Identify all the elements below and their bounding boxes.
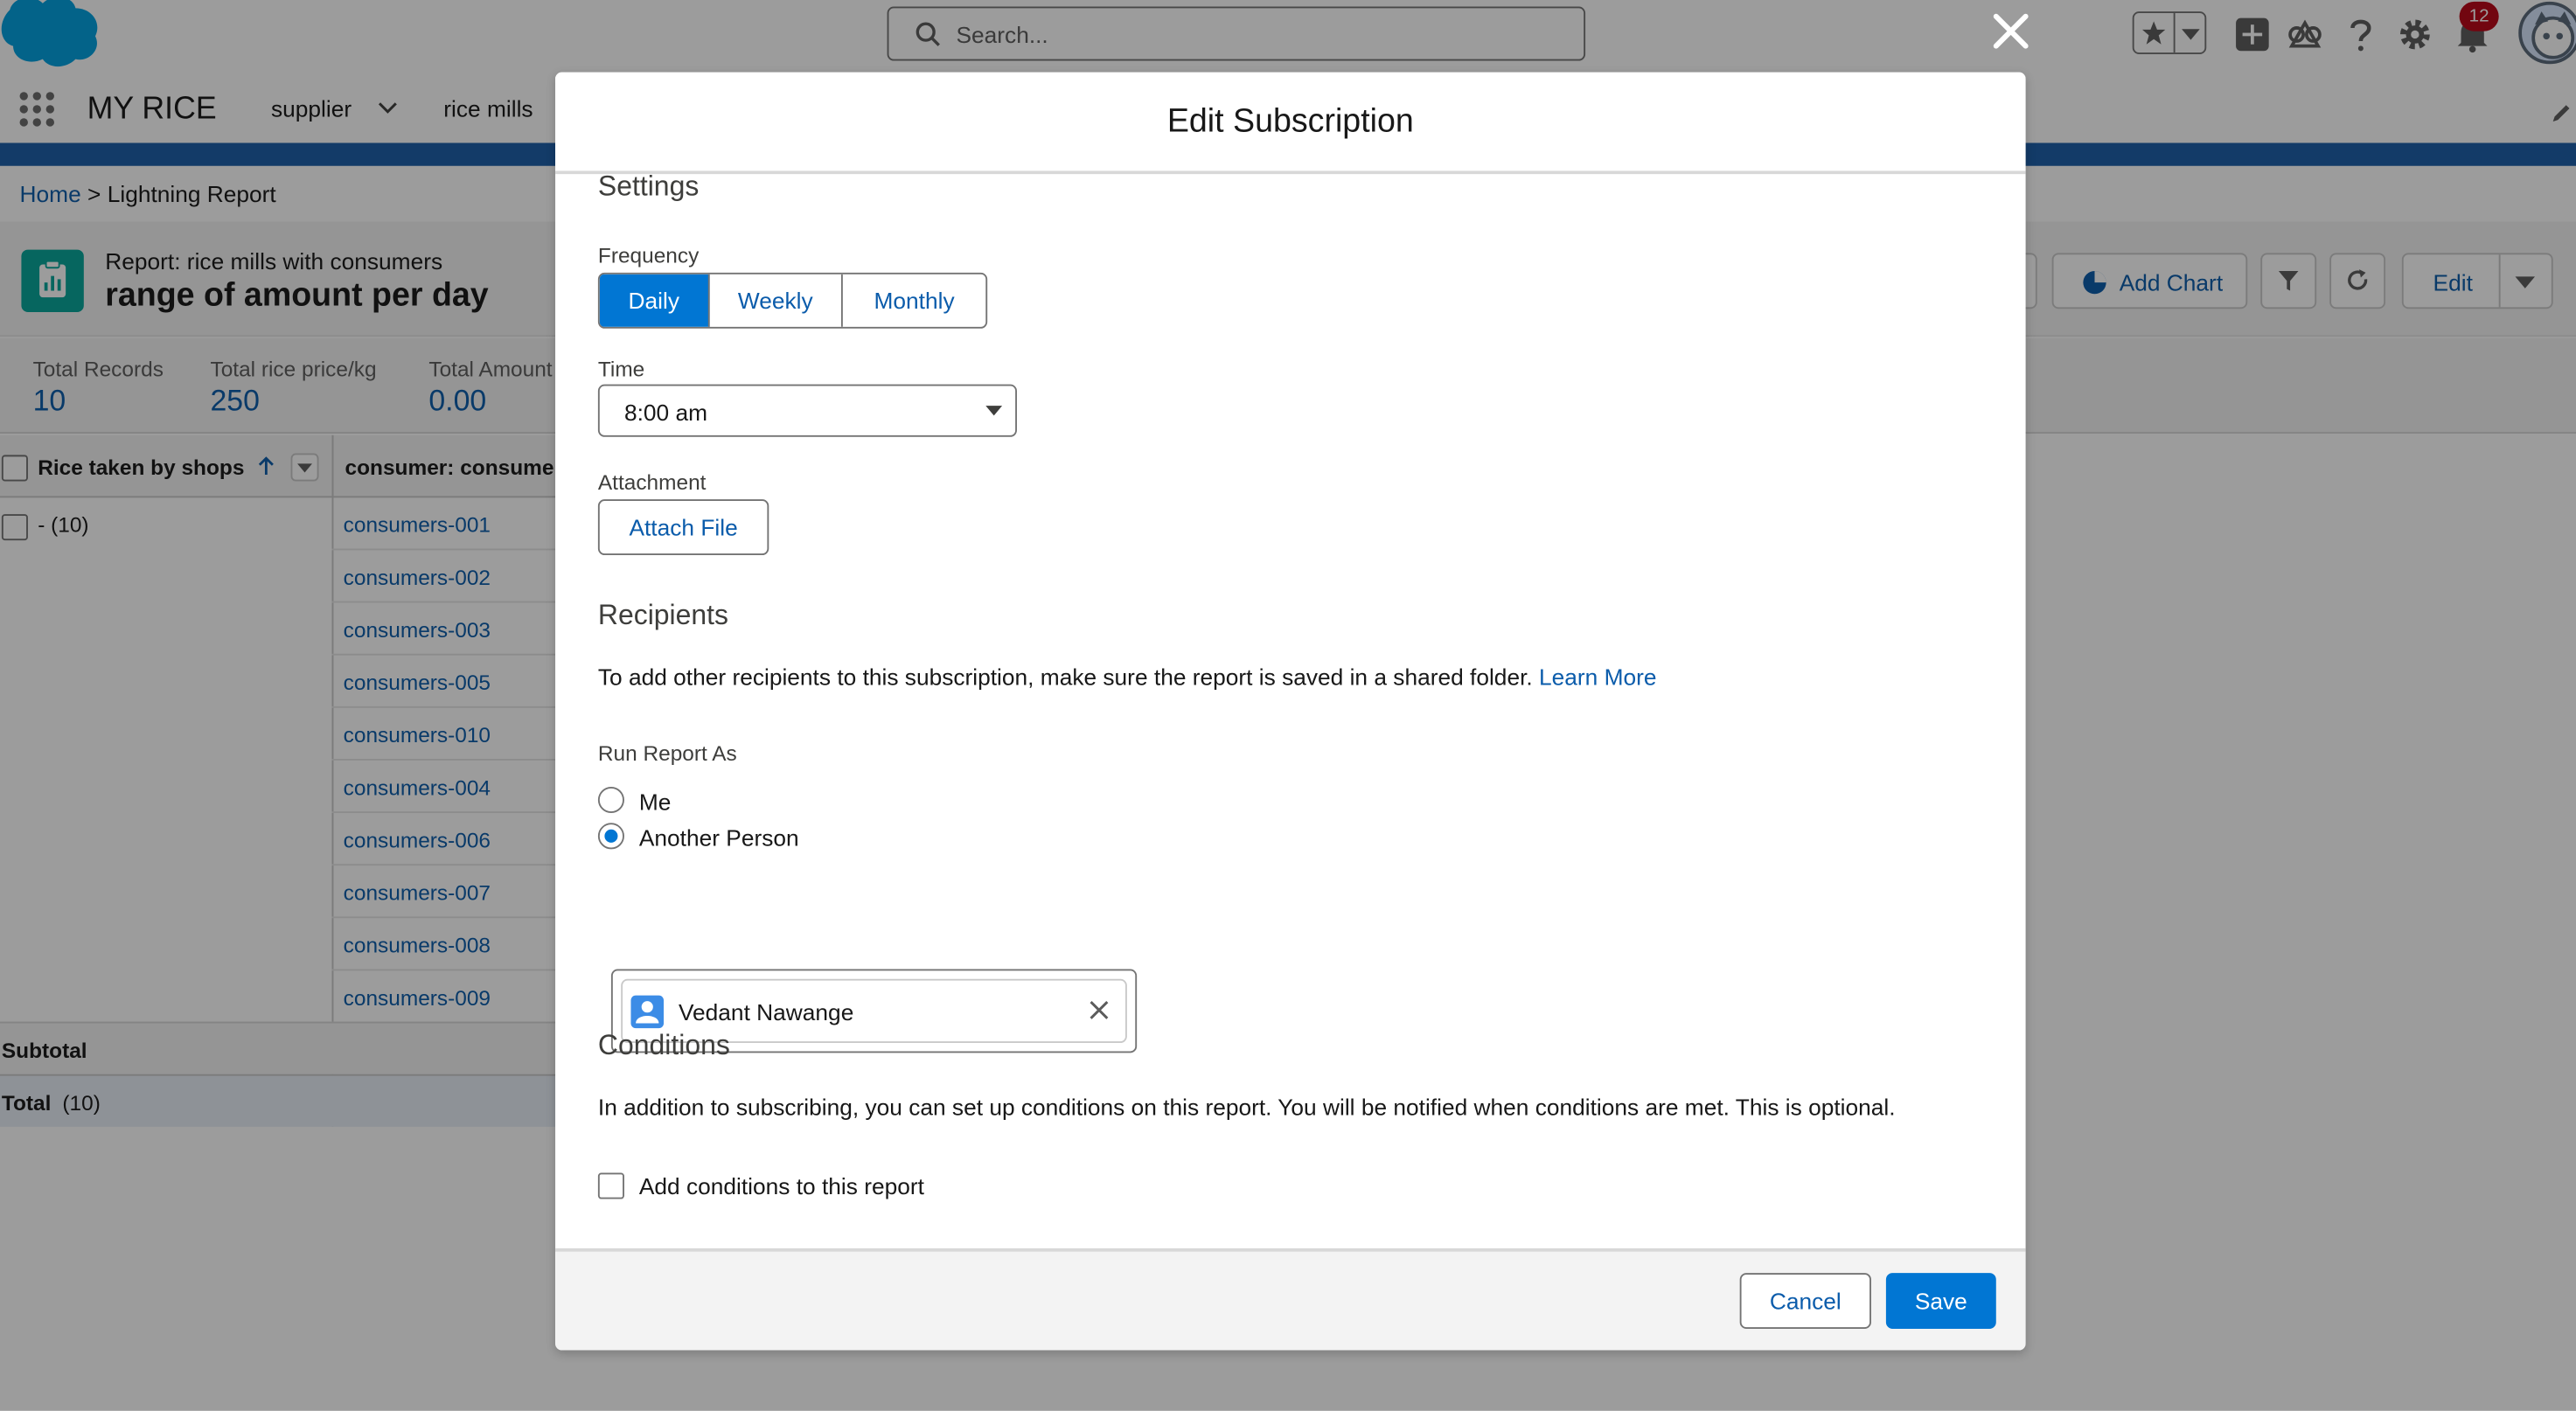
user-icon bbox=[630, 995, 665, 1029]
close-icon[interactable] bbox=[1988, 8, 2034, 54]
time-label: Time bbox=[597, 356, 645, 381]
run-as-me-radio[interactable] bbox=[597, 786, 624, 814]
run-as-another-radio[interactable] bbox=[597, 823, 624, 850]
add-conditions-checkbox[interactable] bbox=[597, 1172, 624, 1199]
frequency-daily-button[interactable]: Daily bbox=[599, 274, 710, 327]
attach-file-button[interactable]: Attach File bbox=[597, 499, 769, 556]
frequency-monthly-button[interactable]: Monthly bbox=[843, 275, 985, 327]
add-conditions-label[interactable]: Add conditions to this report bbox=[639, 1172, 924, 1199]
modal-footer: Cancel Save bbox=[555, 1248, 2026, 1351]
attachment-label: Attachment bbox=[597, 469, 707, 495]
recipients-heading: Recipients bbox=[597, 599, 729, 631]
run-as-another-label[interactable]: Another Person bbox=[639, 824, 799, 851]
edit-subscription-dialog: Edit Subscription Settings Frequency Dai… bbox=[555, 72, 2026, 1351]
recipients-text: To add other recipients to this subscrip… bbox=[597, 664, 1657, 691]
run-as-me-label[interactable]: Me bbox=[639, 789, 672, 815]
time-value: 8:00 am bbox=[623, 399, 708, 426]
selected-person-name: Vedant Nawange bbox=[678, 998, 854, 1025]
caret-down-icon bbox=[985, 406, 1003, 416]
time-select[interactable]: 8:00 am bbox=[597, 384, 1017, 437]
clear-icon[interactable] bbox=[1088, 998, 1110, 1021]
modal-title: Edit Subscription bbox=[1166, 103, 1414, 140]
modal-header: Edit Subscription bbox=[555, 72, 2026, 175]
frequency-selector: Daily Weekly Monthly bbox=[597, 272, 988, 329]
conditions-text: In addition to subscribing, you can set … bbox=[597, 1094, 1896, 1121]
cancel-button[interactable]: Cancel bbox=[1739, 1273, 1871, 1329]
frequency-label: Frequency bbox=[597, 243, 700, 268]
settings-heading: Settings bbox=[597, 174, 700, 203]
conditions-heading: Conditions bbox=[597, 1030, 730, 1061]
frequency-weekly-button[interactable]: Weekly bbox=[710, 274, 843, 327]
modal-body[interactable]: Settings Frequency Daily Weekly Monthly … bbox=[555, 174, 2026, 1248]
learn-more-link[interactable]: Learn More bbox=[1539, 664, 1657, 690]
save-button[interactable]: Save bbox=[1885, 1273, 1996, 1329]
run-as-label: Run Report As bbox=[597, 740, 737, 766]
